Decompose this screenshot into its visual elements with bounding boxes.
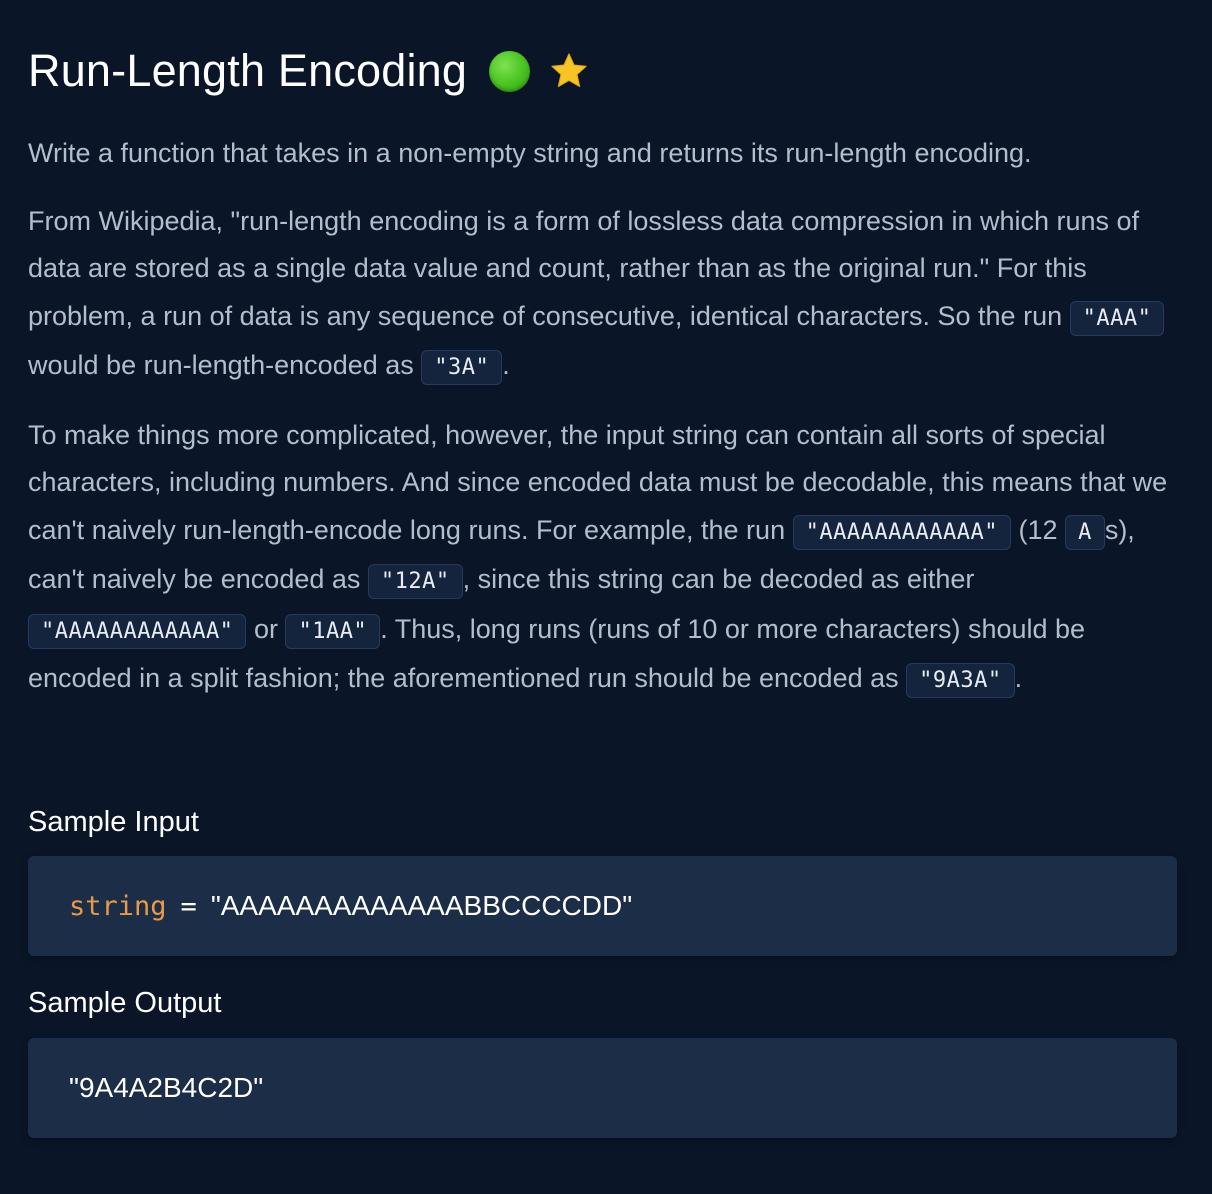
- page-title: Run-Length Encoding: [28, 45, 468, 96]
- star-icon[interactable]: [548, 50, 590, 92]
- star-icon-svg: [551, 53, 587, 88]
- description-text: .: [502, 350, 510, 380]
- description-text: .: [1014, 663, 1023, 693]
- description-text: , since this string can be decoded as ei…: [462, 564, 975, 594]
- description-text: (12: [1011, 514, 1066, 545]
- inline-code: "3A": [421, 350, 503, 385]
- inline-code: "9A3A": [906, 663, 1015, 698]
- description-paragraph-1: Write a function that takes in a non-emp…: [28, 130, 1178, 178]
- sample-output-block: "9A4A2B4C2D": [28, 1038, 1177, 1138]
- description-text: Write a function that takes in a non-emp…: [28, 138, 1032, 168]
- inline-code: "12A": [367, 564, 463, 599]
- sample-input-operator: =: [180, 890, 197, 922]
- inline-code: "1AA": [285, 613, 381, 649]
- sample-output-value: "9A4A2B4C2D": [69, 1072, 264, 1103]
- description-paragraph-3: To make things more complicated, however…: [28, 412, 1178, 705]
- difficulty-circle-icon: [489, 50, 531, 92]
- description-text: From Wikipedia, "run-length encoding is …: [28, 205, 1140, 331]
- sample-input-block: string = "AAAAAAAAAAAAABBCCCCDD": [28, 856, 1177, 956]
- description-text: would be run-length-encoded as: [28, 350, 422, 380]
- sample-input-var: string: [69, 890, 167, 922]
- inline-code: "AAAAAAAAAAAA": [792, 514, 1012, 550]
- sample-input-value: "AAAAAAAAAAAAABBCCCCDD": [210, 890, 633, 921]
- inline-code: "AAA": [1069, 300, 1165, 336]
- inline-code: A: [1065, 514, 1105, 550]
- sample-input-label: Sample Input: [28, 806, 199, 838]
- title-row: Run-Length Encoding: [28, 40, 590, 102]
- sample-output-label: Sample Output: [28, 987, 222, 1019]
- problem-description: Write a function that takes in a non-emp…: [28, 130, 1178, 725]
- description-text: or: [246, 613, 286, 644]
- inline-code: "AAAAAAAAAAAA": [28, 613, 247, 649]
- description-paragraph-2: From Wikipedia, "run-length encoding is …: [28, 198, 1178, 392]
